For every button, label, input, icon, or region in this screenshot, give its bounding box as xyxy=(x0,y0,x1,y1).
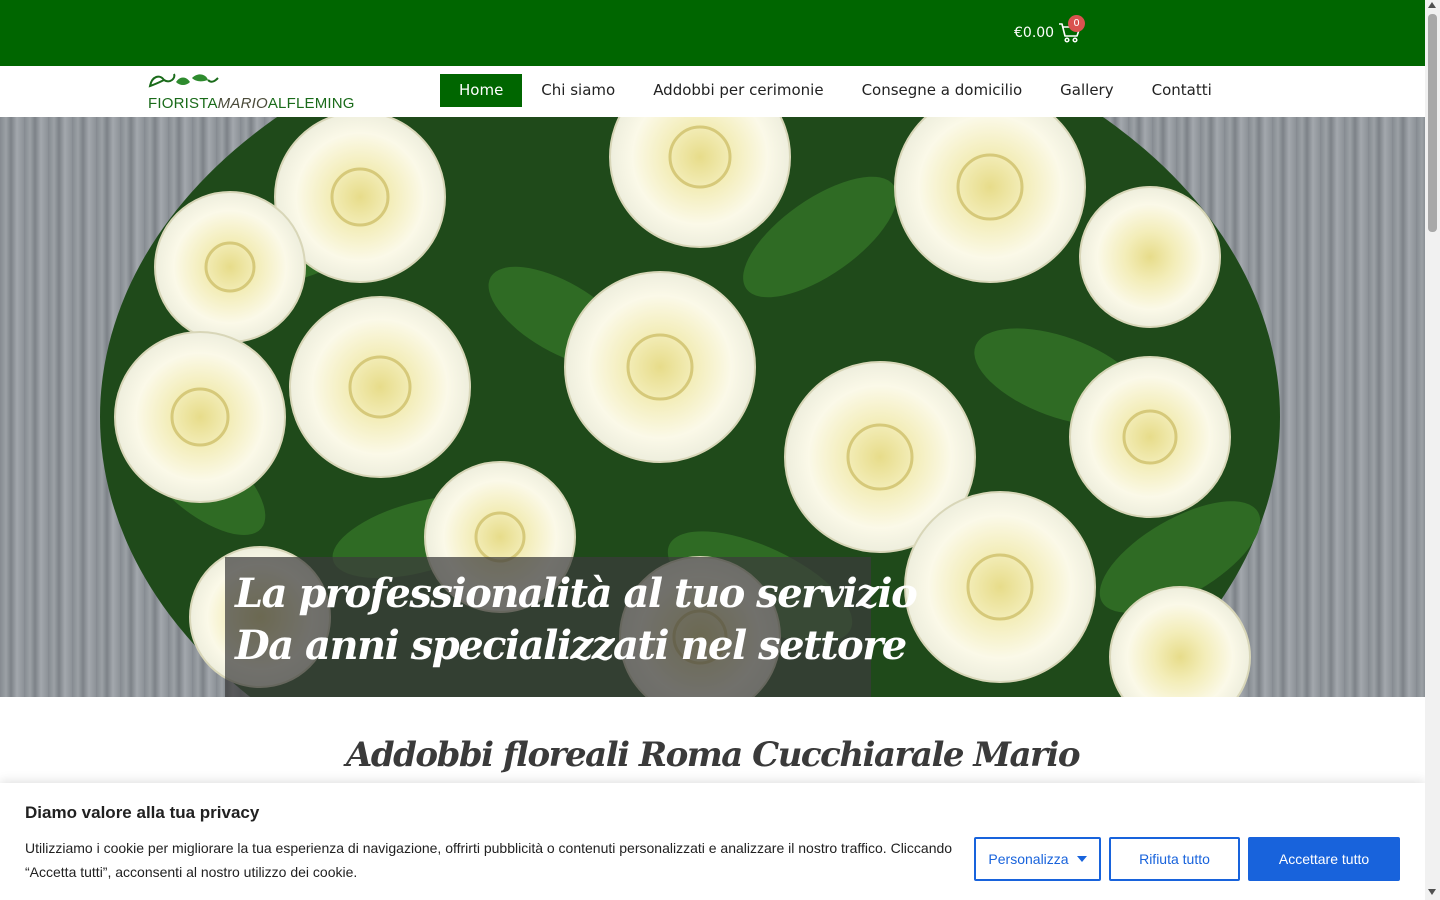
scroll-up-arrow-icon[interactable] xyxy=(1428,2,1436,8)
reject-all-button[interactable]: Rifiuta tutto xyxy=(1109,837,1240,881)
nav-item-contatti[interactable]: Contatti xyxy=(1133,74,1231,107)
hero-headline-1: La professionalità al tuo servizio xyxy=(235,570,918,617)
section-title: Addobbi floreali Roma Cucchiarale Mario xyxy=(346,735,1081,775)
site-logo[interactable]: FIORISTAMARIOALFLEMING xyxy=(146,70,372,114)
customize-button[interactable]: Personalizza xyxy=(974,837,1101,881)
nav-item-consegne-a-domicilio[interactable]: Consegne a domicilio xyxy=(843,74,1042,107)
leaf-logo-icon xyxy=(148,73,219,88)
scroll-down-arrow-icon[interactable] xyxy=(1428,889,1436,895)
top-bar xyxy=(0,0,1425,66)
logo-part-2: MARIO xyxy=(217,95,268,112)
cookie-title: Diamo valore alla tua privacy xyxy=(25,803,260,822)
nav-item-home[interactable]: Home xyxy=(440,74,523,107)
cookie-text: Utilizziamo i cookie per migliorare la t… xyxy=(25,840,953,880)
logo-part-1: FIORISTA xyxy=(148,95,218,112)
customize-label: Personalizza xyxy=(988,851,1069,867)
accept-all-button[interactable]: Accettare tutto xyxy=(1248,837,1400,881)
caret-down-icon xyxy=(1076,856,1087,862)
nav-item-gallery[interactable]: Gallery xyxy=(1041,74,1132,107)
scrollbar-thumb[interactable] xyxy=(1428,14,1437,232)
hero-headline-2: Da anni specializzati nel settore xyxy=(235,622,907,669)
nav-item-addobbi-per-cerimonie[interactable]: Addobbi per cerimonie xyxy=(634,74,842,107)
logo-part-3: ALFLEMING xyxy=(267,95,355,112)
cart-count-badge: 0 xyxy=(1068,15,1085,32)
logo-wordmark: FIORISTAMARIOALFLEMING xyxy=(148,95,355,112)
cart-amount: €0.00 xyxy=(1014,25,1055,41)
nav-item-chi-siamo[interactable]: Chi siamo xyxy=(522,74,634,107)
main-nav: Home Chi siamo Addobbi per cerimonie Con… xyxy=(440,74,1231,107)
